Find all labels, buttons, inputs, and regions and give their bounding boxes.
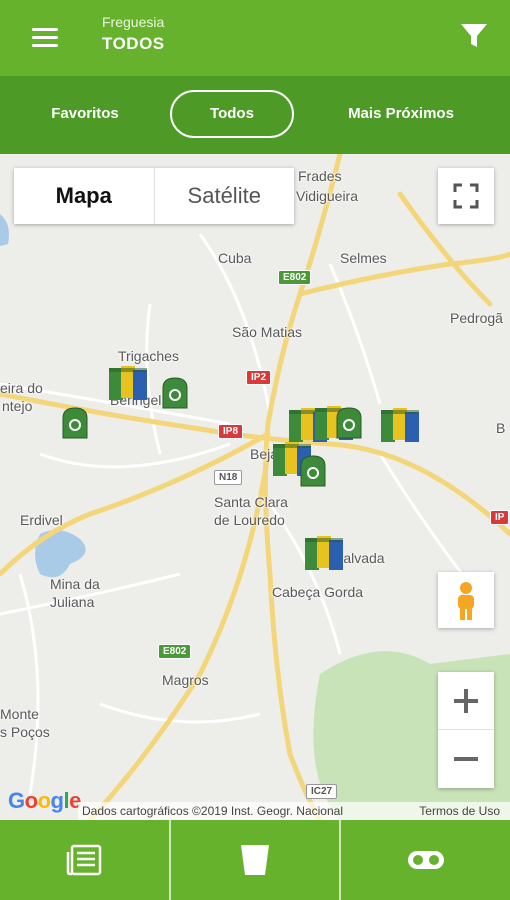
road-shield: IC27 [306,784,338,799]
toggle-icon[interactable] [339,820,510,900]
cup-icon[interactable] [168,820,340,900]
glass-bin-marker[interactable] [60,406,90,445]
road-shield: IP2 [246,370,272,385]
pegman-icon[interactable] [438,572,494,628]
glass-bin-marker[interactable] [298,454,328,493]
place-label: Selmes [340,250,387,266]
filter-funnel-icon[interactable] [460,22,488,50]
place-label: Vidigueira [296,188,359,204]
tab-todos[interactable]: Todos [170,90,294,138]
place-label: Trigaches [118,348,179,364]
title-block: Freguesia TODOS [102,14,165,54]
map-type-satelite[interactable]: Satélite [155,168,295,224]
place-label: Pedrogã [450,310,503,326]
place-label: Cabeça Gorda [272,584,364,600]
map-type-selector: Mapa Satélite [14,168,294,224]
place-label: eira do [0,380,43,396]
place-label: Cuba [218,250,252,266]
zoom-control [438,672,494,788]
recycling-bins-marker[interactable] [380,406,420,449]
road-shield: IP8 [218,424,244,439]
recycling-bins-marker[interactable] [108,364,148,407]
place-label: B [496,420,506,436]
tab-bar: Favoritos Todos Mais Próximos [0,76,510,154]
header-subtitle: Freguesia [102,14,165,30]
app-bar: Freguesia TODOS [0,0,510,76]
road-shield: E802 [158,644,192,659]
place-label: Monte [0,706,39,722]
fullscreen-icon[interactable] [438,168,494,224]
road-shield: N18 [214,470,243,485]
zoom-out-icon[interactable] [438,730,494,788]
road-shield: IP [490,510,510,525]
place-label: Magros [162,672,209,688]
news-list-icon[interactable] [0,820,169,900]
place-label: de Louredo [214,512,285,528]
recycling-bins-marker[interactable] [304,534,344,577]
place-label: Santa Clara [214,494,288,510]
place-label: s Poços [0,724,50,740]
terms-link[interactable]: Termos de Uso [419,804,500,818]
place-label: Mina da [50,576,100,592]
map-attribution: Dados cartográficos ©2019 Inst. Geogr. N… [78,802,510,820]
hamburger-menu-icon[interactable] [22,22,70,54]
tab-favoritos[interactable]: Favoritos [30,90,140,138]
place-label: São Matias [232,324,303,340]
zoom-in-icon[interactable] [438,672,494,730]
glass-bin-marker[interactable] [334,406,364,445]
glass-bin-marker[interactable] [160,376,190,415]
place-label: Juliana [50,594,95,610]
header-title: TODOS [102,34,165,53]
bottom-nav [0,820,510,900]
map-base-layer [0,154,510,820]
place-label: Frades [298,168,342,184]
map-type-mapa[interactable]: Mapa [14,168,155,224]
google-logo: Google [8,788,81,813]
road-shield: E802 [278,270,312,285]
tab-mais-proximos[interactable]: Mais Próximos [330,90,472,138]
attribution-text: Dados cartográficos ©2019 Inst. Geogr. N… [82,804,343,818]
place-label: Erdivel [20,512,63,528]
map-view[interactable]: Mapa Satélite Frades Vidigueira Cuba Sel… [0,154,510,820]
place-label: ntejo [2,398,33,414]
